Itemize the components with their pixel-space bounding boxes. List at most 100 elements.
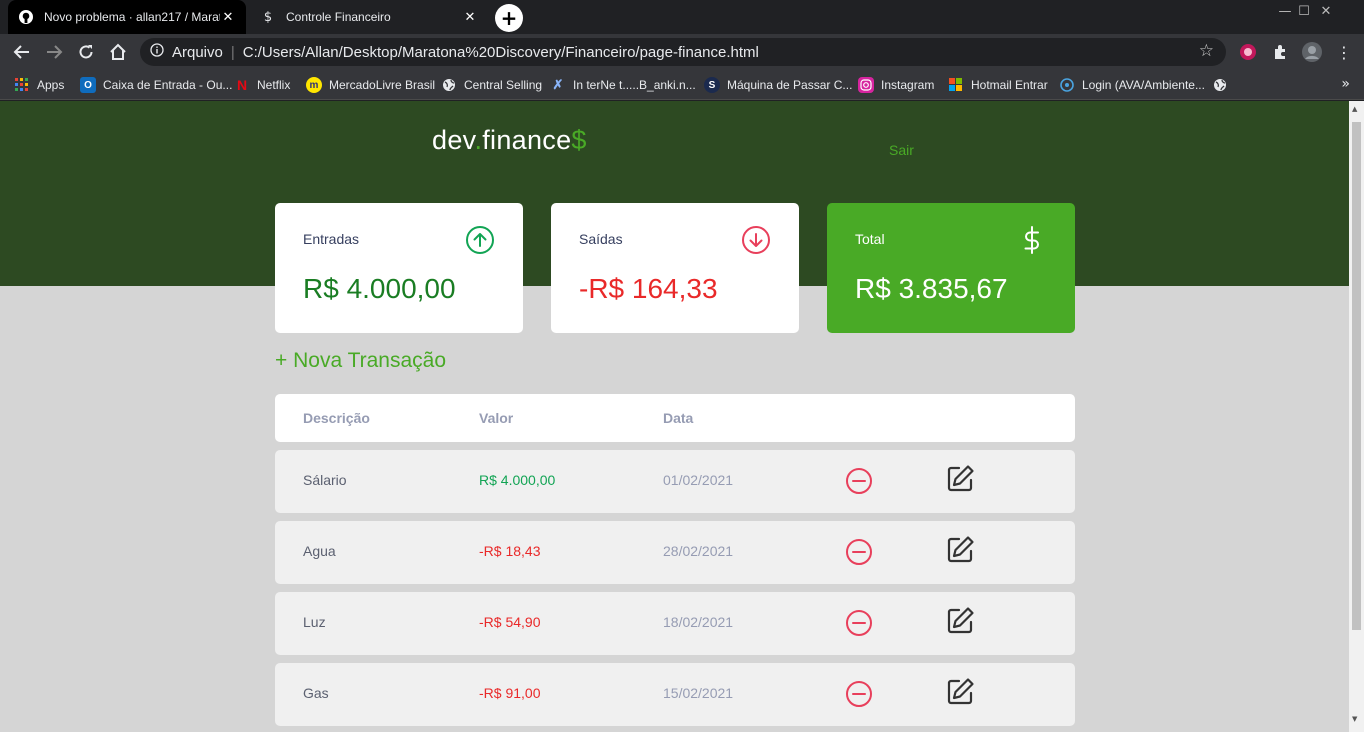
- globe-icon: [441, 77, 457, 93]
- mercadolivre-icon: m: [306, 77, 322, 93]
- dollar-icon: $: [263, 9, 273, 25]
- tab-controle-financeiro[interactable]: $ Controle Financeiro ✕: [250, 0, 488, 34]
- close-tab-icon[interactable]: ✕: [220, 10, 236, 25]
- url-text[interactable]: C:/Users/Allan/Desktop/Maratona%20Discov…: [243, 44, 759, 61]
- bookmarks-bar: Apps O Caixa de Entrada - Ou... N Netfli…: [0, 70, 1364, 100]
- row-description: Agua: [303, 543, 336, 559]
- bookmark-globe[interactable]: [1212, 76, 1235, 94]
- bookmark-hotmail[interactable]: Hotmail Entrar: [948, 76, 1048, 94]
- table-header: Descrição Valor Data: [275, 394, 1075, 442]
- globe-icon: [1212, 77, 1228, 93]
- row-date: 01/02/2021: [663, 472, 734, 488]
- total-label: Total: [855, 231, 885, 247]
- close-window-icon[interactable]: ✕: [1314, 0, 1338, 22]
- page-scrollbar[interactable]: ▲ ▼: [1349, 101, 1364, 732]
- edit-transaction-icon[interactable]: [945, 464, 975, 494]
- row-description: Sálario: [303, 472, 347, 488]
- edit-transaction-icon[interactable]: [945, 606, 975, 636]
- remove-transaction-icon[interactable]: [845, 538, 873, 566]
- bookmark-label: In terNe t.....B_anki.n...: [573, 78, 696, 92]
- row-description: Gas: [303, 685, 329, 701]
- table-row: Agua -R$ 18,43 28/02/2021: [275, 521, 1075, 584]
- tab-title: Novo problema · allan217 / Maraton: [44, 10, 220, 24]
- bookmark-label: Apps: [37, 78, 65, 92]
- bookmark-netflix[interactable]: N Netflix: [234, 76, 290, 94]
- bookmark-label: Netflix: [257, 78, 291, 92]
- edit-transaction-icon[interactable]: [945, 535, 975, 565]
- bookmark-star-icon[interactable]: ☆: [1199, 41, 1214, 61]
- outlook-icon: O: [80, 77, 96, 93]
- login-icon: [1059, 77, 1075, 93]
- expense-value: -R$ 164,33: [579, 273, 718, 304]
- new-tab-button[interactable]: +: [495, 4, 523, 32]
- income-card: Entradas R$ 4.000,00: [275, 203, 523, 333]
- scroll-up-icon[interactable]: ▲: [1352, 105, 1357, 113]
- browser-toolbar: Arquivo | C:/Users/Allan/Desktop/Maraton…: [0, 34, 1364, 70]
- row-amount: -R$ 18,43: [479, 543, 541, 559]
- row-date: 18/02/2021: [663, 614, 734, 630]
- microsoft-icon: [948, 77, 964, 93]
- home-icon[interactable]: [106, 40, 130, 64]
- logout-link[interactable]: Sair: [889, 142, 914, 158]
- logo-dollar: $: [571, 125, 587, 155]
- profile-avatar[interactable]: [1302, 42, 1322, 62]
- bookmark-login-ava[interactable]: Login (AVA/Ambiente...: [1059, 76, 1205, 94]
- bookmark-internet-anki[interactable]: ✗ In terNe t.....B_anki.n...: [550, 76, 696, 94]
- back-icon[interactable]: [10, 40, 34, 64]
- total-card: Total R$ 3.835,67: [827, 203, 1075, 333]
- row-date: 28/02/2021: [663, 543, 734, 559]
- table-row: Gas -R$ 91,00 15/02/2021: [275, 663, 1075, 726]
- bookmark-outlook[interactable]: O Caixa de Entrada - Ou...: [80, 76, 232, 94]
- forward-icon[interactable]: [42, 40, 66, 64]
- dollar-sign-icon: [1024, 226, 1039, 254]
- netflix-icon: N: [236, 77, 248, 93]
- tab-title: Controle Financeiro: [286, 10, 391, 24]
- menu-kebab-icon[interactable]: ⋮: [1334, 42, 1354, 62]
- bookmark-label: Caixa de Entrada - Ou...: [103, 78, 233, 92]
- logo: dev.finance$: [432, 125, 587, 156]
- expense-card: Saídas -R$ 164,33: [551, 203, 799, 333]
- remove-transaction-icon[interactable]: [845, 680, 873, 708]
- reload-icon[interactable]: [74, 40, 98, 64]
- tab-strip: Novo problema · allan217 / Maraton ✕ $ C…: [0, 0, 1364, 34]
- income-value: R$ 4.000,00: [303, 273, 456, 304]
- edit-transaction-icon[interactable]: [945, 677, 975, 707]
- expense-label: Saídas: [579, 231, 623, 247]
- header-amount: Valor: [479, 410, 514, 426]
- bookmark-label: Login (AVA/Ambiente...: [1082, 78, 1205, 92]
- security-label: Arquivo: [172, 43, 223, 61]
- bookmark-label: Instagram: [881, 78, 935, 92]
- instagram-icon: [858, 77, 874, 93]
- tab-github-issue[interactable]: Novo problema · allan217 / Maraton ✕: [8, 0, 246, 34]
- maximize-icon[interactable]: ☐: [1292, 0, 1316, 22]
- extension-record-icon[interactable]: [1238, 42, 1258, 62]
- bookmark-maquina[interactable]: S Máquina de Passar C...: [704, 76, 852, 94]
- bookmark-label: Central Selling: [464, 78, 543, 92]
- bookmark-mercadolivre[interactable]: m MercadoLivre Brasil: [306, 76, 435, 94]
- total-value: R$ 3.835,67: [855, 273, 1008, 304]
- remove-transaction-icon[interactable]: [845, 467, 873, 495]
- s-icon: S: [704, 77, 720, 93]
- new-transaction-button[interactable]: + Nova Transação: [275, 349, 446, 373]
- header-date: Data: [663, 410, 694, 426]
- close-tab-icon[interactable]: ✕: [462, 10, 478, 25]
- remove-transaction-icon[interactable]: [845, 609, 873, 637]
- info-icon[interactable]: [150, 43, 164, 61]
- scrollbar-thumb[interactable]: [1352, 122, 1361, 630]
- bookmark-apps[interactable]: Apps: [14, 76, 64, 94]
- bookmark-label: MercadoLivre Brasil: [329, 78, 436, 92]
- extensions-puzzle-icon[interactable]: [1270, 42, 1290, 62]
- apps-grid-icon: [14, 77, 30, 93]
- bookmark-central-selling[interactable]: Central Selling: [441, 76, 542, 94]
- header-description: Descrição: [303, 410, 370, 426]
- row-description: Luz: [303, 614, 326, 630]
- more-bookmarks-icon[interactable]: »: [1341, 76, 1350, 92]
- scroll-down-icon[interactable]: ▼: [1352, 715, 1357, 723]
- address-bar[interactable]: Arquivo | C:/Users/Allan/Desktop/Maraton…: [140, 38, 1226, 66]
- arrow-down-circle-icon: [742, 226, 770, 254]
- github-icon: [18, 9, 34, 25]
- row-date: 15/02/2021: [663, 685, 734, 701]
- bookmark-instagram[interactable]: Instagram: [858, 76, 934, 94]
- bookmark-label: Hotmail Entrar: [971, 78, 1048, 92]
- arrow-up-circle-icon: [466, 226, 494, 254]
